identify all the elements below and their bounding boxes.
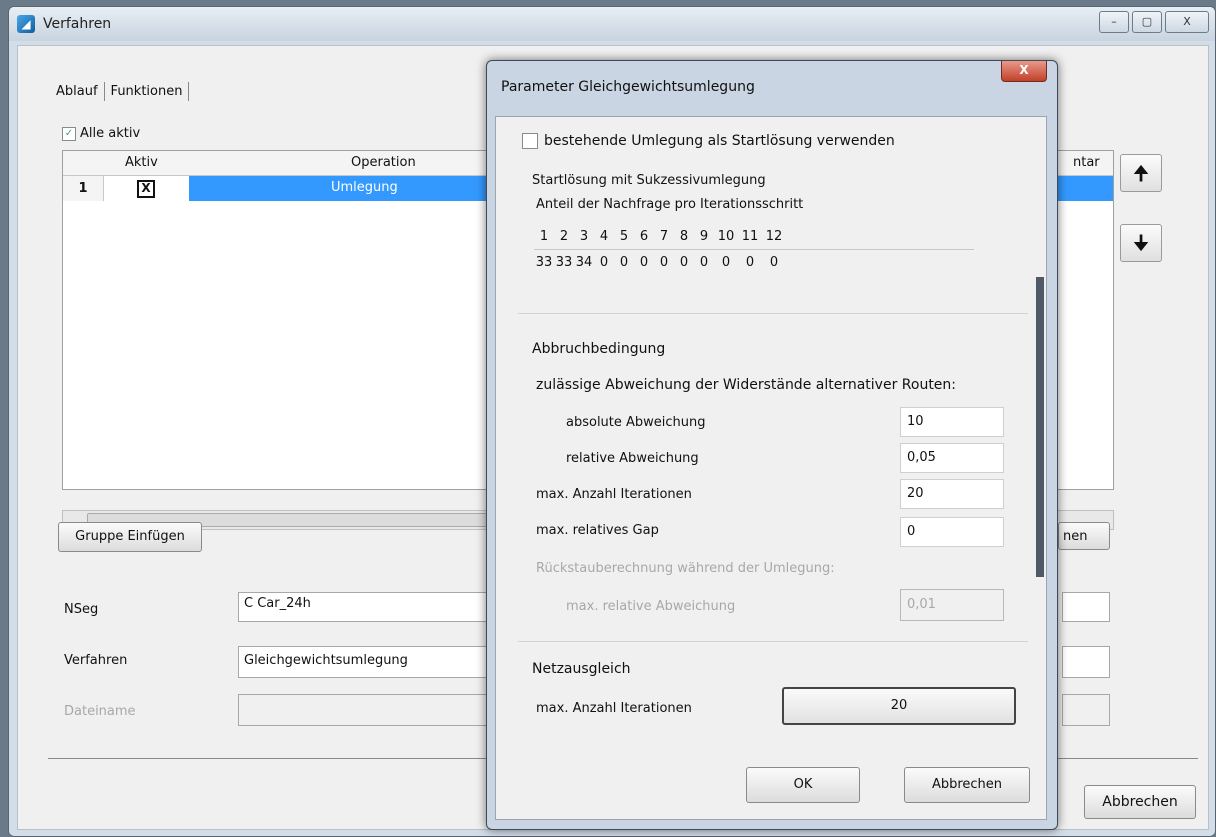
iter-step: 5 [619,229,629,244]
abort-section-title: Abbruchbedingung [532,341,666,357]
main-cancel-button[interactable]: Abbrechen [1084,785,1196,819]
dialog-cancel-button[interactable]: Abbrechen [904,767,1030,803]
group-insert-button[interactable]: Gruppe Einfügen [58,522,202,552]
minimize-button[interactable]: – [1099,11,1129,33]
iter-step: 2 [559,229,569,244]
iter-step: 10 [717,229,735,244]
move-up-button[interactable]: 🠉 [1120,154,1162,192]
dialog-title: Parameter Gleichgewichtsumlegung [501,79,755,95]
column-header-comment[interactable]: ntar [1073,155,1100,170]
use-existing-toggle[interactable]: bestehende Umlegung als Startlösung verw… [522,133,895,149]
iter-step: 12 [765,229,783,244]
max-gap-label: max. relatives Gap [536,523,659,538]
method-side-field[interactable] [1062,646,1110,678]
backlog-deviation-field: 0,01 [900,589,1004,621]
deviation-label: zulässige Abweichung der Widerstände alt… [536,377,957,393]
dialog-body: bestehende Umlegung als Startlösung verw… [495,116,1047,820]
iter-step: 9 [699,229,709,244]
tab-bar: Ablauf Funktionen [50,82,190,101]
arrow-up-icon: 🠉 [1132,161,1150,185]
start-section-title: Startlösung mit Sukzessivumlegung [532,173,766,188]
iter-value[interactable]: 0 [594,255,614,270]
iter-value[interactable]: 0 [738,255,762,270]
rel-deviation-label: relative Abweichung [566,451,699,466]
net-iterations-label: max. Anzahl Iterationen [536,701,692,716]
move-down-button[interactable]: 🠋 [1120,224,1162,262]
all-active-label: Alle aktiv [80,126,141,141]
iter-step: 6 [639,229,649,244]
use-existing-checkbox[interactable] [522,133,538,149]
iter-value[interactable]: 33 [554,255,574,270]
tab-funktionen[interactable]: Funktionen [105,82,190,101]
row-active-checkbox[interactable]: X [137,180,155,198]
iter-value[interactable]: 0 [614,255,634,270]
all-active-toggle[interactable]: ✓ Alle aktiv [62,126,140,141]
iter-divider [534,249,974,250]
iter-value[interactable]: 33 [534,255,554,270]
arrow-down-icon: 🠋 [1132,231,1150,255]
dialog-scrollbar[interactable] [1034,117,1046,819]
iter-step: 11 [741,229,759,244]
iter-step: 4 [599,229,609,244]
nseg-side-field[interactable] [1062,592,1110,622]
filename-side-field [1062,694,1110,726]
iter-step: 1 [539,229,549,244]
tab-ablauf[interactable]: Ablauf [50,82,105,101]
dialog-scrollbar-thumb[interactable] [1036,277,1044,577]
abs-deviation-label: absolute Abweichung [566,415,706,430]
abs-deviation-field[interactable]: 10 [900,407,1004,437]
column-header-operation[interactable]: Operation [351,155,416,170]
share-label: Anteil der Nachfrage pro Iterationsschri… [536,197,804,212]
row-operation-text: Umlegung [331,180,398,195]
net-iterations-field[interactable]: 20 [782,687,1016,725]
section-divider [518,641,1028,642]
filename-field [238,694,498,726]
use-existing-label: bestehende Umlegung als Startlösung verw… [544,133,895,149]
iter-step: 3 [579,229,589,244]
iter-step: 7 [659,229,669,244]
ok-button[interactable]: OK [746,767,860,803]
filename-label: Dateiname [64,704,136,719]
row-active-cell[interactable]: X [103,176,190,201]
max-gap-field[interactable]: 0 [900,517,1004,547]
section-divider [518,313,1028,314]
right-action-button[interactable]: nen [1058,522,1110,550]
backlog-deviation-label: max. relative Abweichung [566,599,736,614]
all-active-checkbox[interactable]: ✓ [62,126,76,141]
nseg-label: NSeg [64,602,99,617]
column-header-active[interactable]: Aktiv [125,155,158,170]
maximize-button[interactable]: ▢ [1132,11,1162,33]
iter-value[interactable]: 0 [634,255,654,270]
close-button[interactable]: X [1165,11,1209,33]
iteration-steps: 1 2 3 4 5 6 7 8 9 10 11 12 [534,229,786,244]
backlog-label: Rückstauberechnung während der Umlegung: [536,561,835,576]
iter-value[interactable]: 0 [654,255,674,270]
net-section-title: Netzausgleich [532,661,631,677]
title-bar: ◢ Verfahren – ▢ X [9,7,1215,41]
window-title: Verfahren [43,16,112,32]
parameter-dialog: Parameter Gleichgewichtsumlegung X beste… [486,60,1058,830]
nseg-field[interactable]: C Car_24h [238,592,498,622]
iter-value[interactable]: 0 [714,255,738,270]
iter-value[interactable]: 0 [674,255,694,270]
row-number: 1 [63,176,104,201]
iter-value[interactable]: 34 [574,255,594,270]
iter-value[interactable]: 0 [762,255,786,270]
method-field[interactable]: Gleichgewichtsumlegung [238,646,498,678]
method-label: Verfahren [64,653,128,668]
iter-step: 8 [679,229,689,244]
max-iterations-label: max. Anzahl Iterationen [536,487,692,502]
max-iterations-field[interactable]: 20 [900,479,1004,509]
window-controls: – ▢ X [1099,11,1209,33]
app-icon: ◢ [17,15,35,33]
dialog-close-button[interactable]: X [1001,61,1047,82]
rel-deviation-field[interactable]: 0,05 [900,443,1004,473]
iter-value[interactable]: 0 [694,255,714,270]
iteration-values[interactable]: 33 33 34 0 0 0 0 0 0 0 0 0 [534,255,786,270]
